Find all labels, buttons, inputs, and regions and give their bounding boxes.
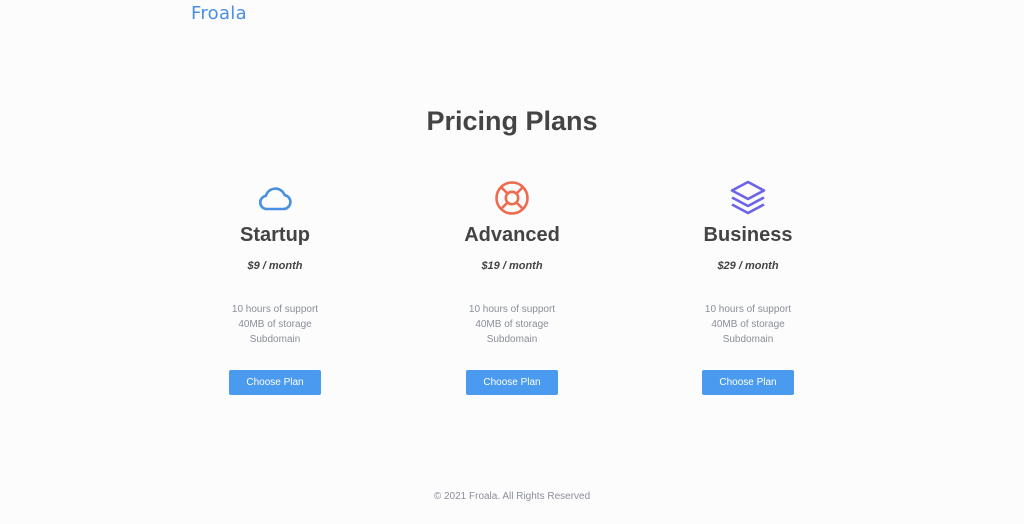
plan-features: 10 hours of support 40MB of storage Subd… (175, 302, 375, 347)
plan-card-advanced: Advanced $19 / month 10 hours of support… (412, 178, 612, 395)
pricing-page: Froala Pricing Plans Startup $9 / month … (0, 0, 1024, 524)
plan-price: $9 / month (247, 260, 303, 272)
footer-copyright: © 2021 Froala. All Rights Reserved (433, 491, 591, 502)
layers-icon (728, 178, 768, 218)
choose-plan-button-startup[interactable]: Choose Plan (229, 370, 321, 395)
plan-feature: 40MB of storage (475, 319, 549, 330)
plan-card-business: Business $29 / month 10 hours of support… (648, 178, 848, 395)
cloud-icon (255, 178, 295, 218)
plan-feature: 40MB of storage (238, 319, 312, 330)
plan-features: 10 hours of support 40MB of storage Subd… (412, 302, 612, 347)
plan-price: $29 / month (717, 260, 779, 272)
plan-feature: Subdomain (486, 334, 538, 345)
choose-plan-button-business[interactable]: Choose Plan (702, 370, 794, 395)
pricing-plans: Startup $9 / month 10 hours of support 4… (0, 178, 1024, 408)
plan-card-startup: Startup $9 / month 10 hours of support 4… (175, 178, 375, 395)
plan-name: Advanced (464, 224, 560, 246)
plan-price: $19 / month (481, 260, 543, 272)
choose-plan-button-advanced[interactable]: Choose Plan (466, 370, 558, 395)
froala-logo[interactable]: Froala (191, 3, 247, 24)
plan-features: 10 hours of support 40MB of storage Subd… (648, 302, 848, 347)
plan-feature: Subdomain (249, 334, 301, 345)
plan-name: Startup (240, 224, 310, 246)
plan-feature: Subdomain (722, 334, 774, 345)
plan-feature: 10 hours of support (704, 304, 792, 315)
plan-name: Business (703, 224, 793, 246)
page-title: Pricing Plans (426, 106, 598, 136)
lifebuoy-icon (492, 178, 532, 218)
plan-feature: 40MB of storage (711, 319, 785, 330)
plan-feature: 10 hours of support (231, 304, 319, 315)
plan-feature: 10 hours of support (468, 304, 556, 315)
